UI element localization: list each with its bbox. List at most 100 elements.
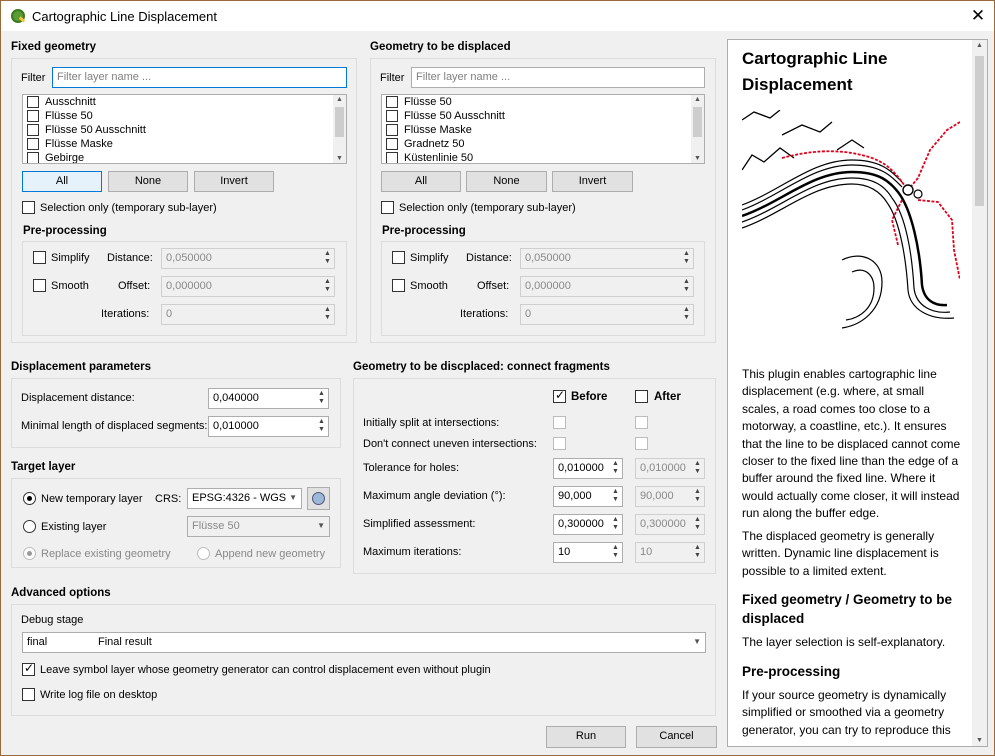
fixed-offset-input[interactable]: 0,000000 ▲ ▼ <box>161 276 335 297</box>
tolerance-after-input[interactable]: 0,010000 ▲ ▼ <box>635 458 705 479</box>
debug-stage-label: Debug stage <box>21 614 84 626</box>
list-item[interactable]: Ausschnitt <box>23 95 346 109</box>
list-item[interactable]: Flüsse 50 Ausschnitt <box>23 123 346 137</box>
minimal-length-label: Minimal length of displaced segments: <box>21 420 208 432</box>
crs-picker-button[interactable] <box>307 487 330 510</box>
simplified-assessment-label: Simplified assessment: <box>363 518 476 530</box>
uneven-after-checkbox[interactable] <box>635 437 648 450</box>
displaced-selection-only-checkbox[interactable] <box>381 201 394 214</box>
fixed-filter-input[interactable]: Filter layer name ... <box>52 67 347 88</box>
fixed-invert-button[interactable]: Invert <box>194 171 274 192</box>
list-item[interactable]: Flüsse Maske <box>382 123 704 137</box>
fixed-smooth-checkbox[interactable] <box>33 279 46 292</box>
iterations-after-input[interactable]: 10 ▲ ▼ <box>635 542 705 563</box>
angle-after-input[interactable]: 90,000 ▲ ▼ <box>635 486 705 507</box>
fixed-iterations-label: Iterations: <box>101 308 150 320</box>
angle-before-input[interactable]: 90,000 ▲ ▼ <box>553 486 623 507</box>
before-checkbox[interactable] <box>553 388 566 403</box>
list-item[interactable]: Flüsse 50 <box>23 109 346 123</box>
displaced-simplify-checkbox[interactable] <box>392 251 405 264</box>
help-paragraph-1: This plugin enables cartographic line di… <box>742 367 961 521</box>
list-item[interactable]: Gebirge <box>23 151 346 163</box>
minimal-length-input[interactable]: 0,010000 ▲ ▼ <box>208 416 329 437</box>
list-item[interactable]: Küstenlinie 50 <box>382 151 704 163</box>
fixed-distance-input[interactable]: 0,050000 ▲ ▼ <box>161 248 335 269</box>
fixed-selection-only-label: Selection only (temporary sub-layer) <box>40 202 217 214</box>
fixed-selection-only-checkbox[interactable] <box>22 201 35 214</box>
displacement-distance-label: Displacement distance: <box>21 392 135 404</box>
displaced-simplify-label: Simplify <box>410 252 449 264</box>
fixed-layer-list[interactable]: Ausschnitt Flüsse 50 Flüsse 50 Ausschnit… <box>22 94 347 164</box>
fixed-filter-label: Filter <box>21 72 46 84</box>
scrollbar[interactable]: ▲ ▼ <box>691 95 704 163</box>
list-item[interactable]: Flüsse Maske <box>23 137 346 151</box>
simplified-before-input[interactable]: 0,300000 ▲ ▼ <box>553 514 623 535</box>
after-label: After <box>654 391 681 403</box>
displaced-filter-label: Filter <box>380 72 405 84</box>
new-temporary-layer-radio[interactable] <box>23 492 36 505</box>
write-log-checkbox[interactable] <box>22 688 35 701</box>
help-paragraph-4: If your source geometry is dynamically s… <box>742 688 951 737</box>
displaced-distance-label: Distance: <box>466 252 512 264</box>
displaced-smooth-checkbox[interactable] <box>392 279 405 292</box>
simplified-after-input[interactable]: 0,300000 ▲ ▼ <box>635 514 705 535</box>
split-before-checkbox[interactable] <box>553 416 566 429</box>
displaced-offset-input[interactable]: 0,000000 ▲ ▼ <box>520 276 694 297</box>
new-temporary-layer-label: New temporary layer <box>41 493 143 505</box>
close-icon[interactable]: ✕ <box>962 1 994 32</box>
dialog-body: Fixed geometry Filter Filter layer name … <box>0 31 995 756</box>
fixed-simplify-checkbox[interactable] <box>33 251 46 264</box>
help-scrollbar[interactable]: ▲ ▼ <box>972 40 987 746</box>
crs-label: CRS: <box>155 493 182 505</box>
append-geometry-label: Append new geometry <box>215 548 326 560</box>
angle-deviation-label: Maximum angle deviation (°): <box>363 490 506 502</box>
after-checkbox[interactable] <box>635 390 648 403</box>
replace-geometry-radio[interactable] <box>23 547 36 560</box>
existing-layer-label: Existing layer <box>41 521 107 533</box>
help-paragraph-2: The displaced geometry is generally writ… <box>742 529 939 578</box>
tolerance-before-input[interactable]: 0,010000 ▲ ▼ <box>553 458 623 479</box>
displaced-invert-button[interactable]: Invert <box>552 171 633 192</box>
help-heading-preprocessing: Pre-processing <box>742 664 841 679</box>
crs-select[interactable]: EPSG:4326 - WGS ▼ <box>187 488 302 509</box>
displaced-none-button[interactable]: None <box>466 171 547 192</box>
split-after-checkbox[interactable] <box>635 416 648 429</box>
fixed-geometry-heading: Fixed geometry <box>11 41 96 53</box>
help-heading-fixed-geometry: Fixed geometry / Geometry to be displace… <box>742 592 953 626</box>
fixed-all-button[interactable]: All <box>22 171 102 192</box>
uneven-intersections-label: Don't connect uneven intersections: <box>363 438 537 450</box>
help-paragraph-3: The layer selection is self-explanatory. <box>742 635 946 649</box>
cancel-button[interactable]: Cancel <box>636 726 717 748</box>
displacement-illustration <box>742 110 960 329</box>
list-item[interactable]: Flüsse 50 Ausschnitt <box>382 109 704 123</box>
displaced-all-button[interactable]: All <box>381 171 461 192</box>
fixed-iterations-input[interactable]: 0 ▲ ▼ <box>161 304 335 325</box>
displaced-layer-list[interactable]: Flüsse 50 Flüsse 50 Ausschnitt Flüsse Ma… <box>381 94 705 164</box>
existing-layer-select[interactable]: Flüsse 50 ▼ <box>187 516 330 537</box>
fixed-offset-label: Offset: <box>118 280 151 292</box>
displaced-distance-input[interactable]: 0,050000 ▲ ▼ <box>520 248 694 269</box>
max-iterations-label: Maximum iterations: <box>363 546 462 558</box>
append-geometry-radio[interactable] <box>197 547 210 560</box>
displacement-distance-input[interactable]: 0,040000 ▲ ▼ <box>208 388 329 409</box>
tolerance-label: Tolerance for holes: <box>363 462 459 474</box>
list-item[interactable]: Flüsse 50 <box>382 95 704 109</box>
help-panel[interactable]: Cartographic Line Displacement This plug… <box>727 39 988 747</box>
iterations-before-input[interactable]: 10 ▲ ▼ <box>553 542 623 563</box>
run-button[interactable]: Run <box>546 726 626 748</box>
before-label: Before <box>571 391 608 403</box>
displacement-parameters-heading: Displacement parameters <box>11 361 151 373</box>
existing-layer-radio[interactable] <box>23 520 36 533</box>
uneven-before-checkbox[interactable] <box>553 437 566 450</box>
displaced-selection-only-label: Selection only (temporary sub-layer) <box>399 202 576 214</box>
displaced-filter-input[interactable]: Filter layer name ... <box>411 67 705 88</box>
leave-symbol-checkbox[interactable] <box>22 661 35 676</box>
help-title: Cartographic Line Displacement <box>742 49 888 94</box>
displaced-iterations-input[interactable]: 0 ▲ ▼ <box>520 304 694 325</box>
displaced-geometry-heading: Geometry to be displaced <box>370 41 511 53</box>
fixed-none-button[interactable]: None <box>108 171 188 192</box>
debug-stage-select[interactable]: final Final result ▼ <box>22 632 706 653</box>
scrollbar[interactable]: ▲ ▼ <box>333 95 346 163</box>
fixed-smooth-label: Smooth <box>51 280 89 292</box>
list-item[interactable]: Gradnetz 50 <box>382 137 704 151</box>
